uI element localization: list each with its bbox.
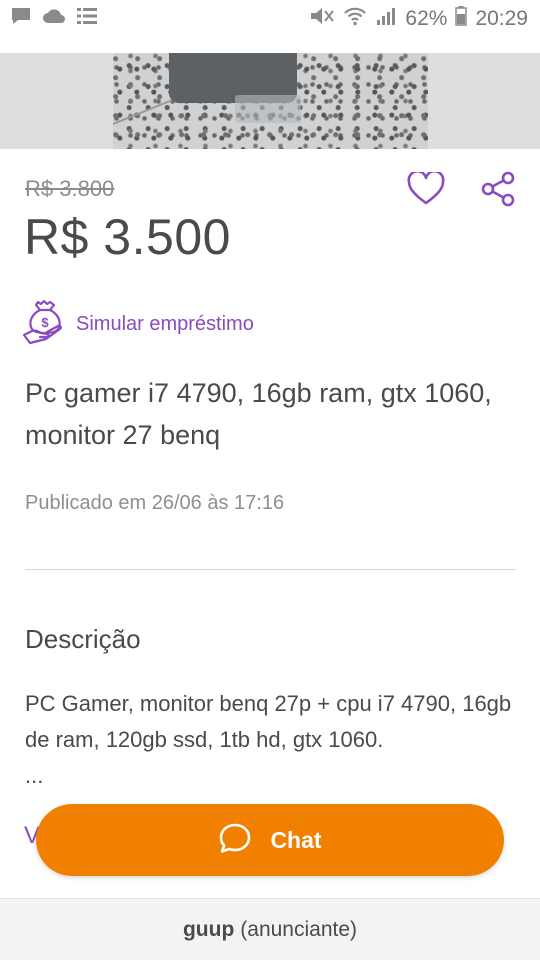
chat-label: Chat	[270, 826, 322, 853]
current-price: R$ 3.500	[24, 209, 231, 265]
money-bag-hand-icon: $	[22, 299, 66, 350]
seller-role: (anunciante)	[240, 917, 358, 941]
photo-reflection	[235, 95, 301, 123]
old-price: R$ 3.800	[25, 176, 115, 201]
listing-title: Pc gamer i7 4790, 16gb ram, gtx 1060, mo…	[25, 378, 492, 450]
seller-name: guup	[182, 917, 235, 941]
heart-icon	[407, 169, 445, 211]
chat-notification-icon	[10, 6, 32, 32]
svg-text:$: $	[41, 315, 49, 330]
battery-icon	[455, 6, 468, 32]
description-ellipsis: ...	[25, 763, 44, 788]
chat-button[interactable]: Chat	[36, 804, 504, 876]
wifi-icon	[343, 6, 367, 32]
description-body: PC Gamer, monitor benq 27p + cpu i7 4790…	[25, 686, 515, 794]
clock: 20:29	[475, 7, 528, 30]
list-icon	[76, 6, 98, 32]
cloud-icon	[42, 7, 66, 31]
simulate-loan-label[interactable]: Simular empréstimo	[76, 313, 254, 336]
share-button[interactable]	[478, 171, 518, 211]
description-text: PC Gamer, monitor benq 27p + cpu i7 4790…	[25, 691, 512, 752]
seller-bar[interactable]: guup (anunciante)	[0, 898, 540, 960]
listing-photo[interactable]	[113, 53, 428, 149]
simulate-loan-link[interactable]: $ Simular empréstimo	[22, 299, 254, 350]
signal-icon	[375, 6, 397, 32]
listing-image-carousel[interactable]	[0, 53, 540, 149]
mute-icon	[309, 6, 335, 32]
share-icon	[481, 171, 515, 212]
description-heading: Descrição	[25, 624, 141, 654]
favorite-button[interactable]	[406, 169, 446, 211]
chat-bubble-icon	[218, 822, 252, 859]
published-date: Publicado em 26/06 às 17:16	[25, 492, 285, 514]
status-bar: 62% 20:29	[0, 0, 540, 38]
battery-percent: 62%	[405, 7, 448, 30]
divider	[25, 569, 516, 570]
